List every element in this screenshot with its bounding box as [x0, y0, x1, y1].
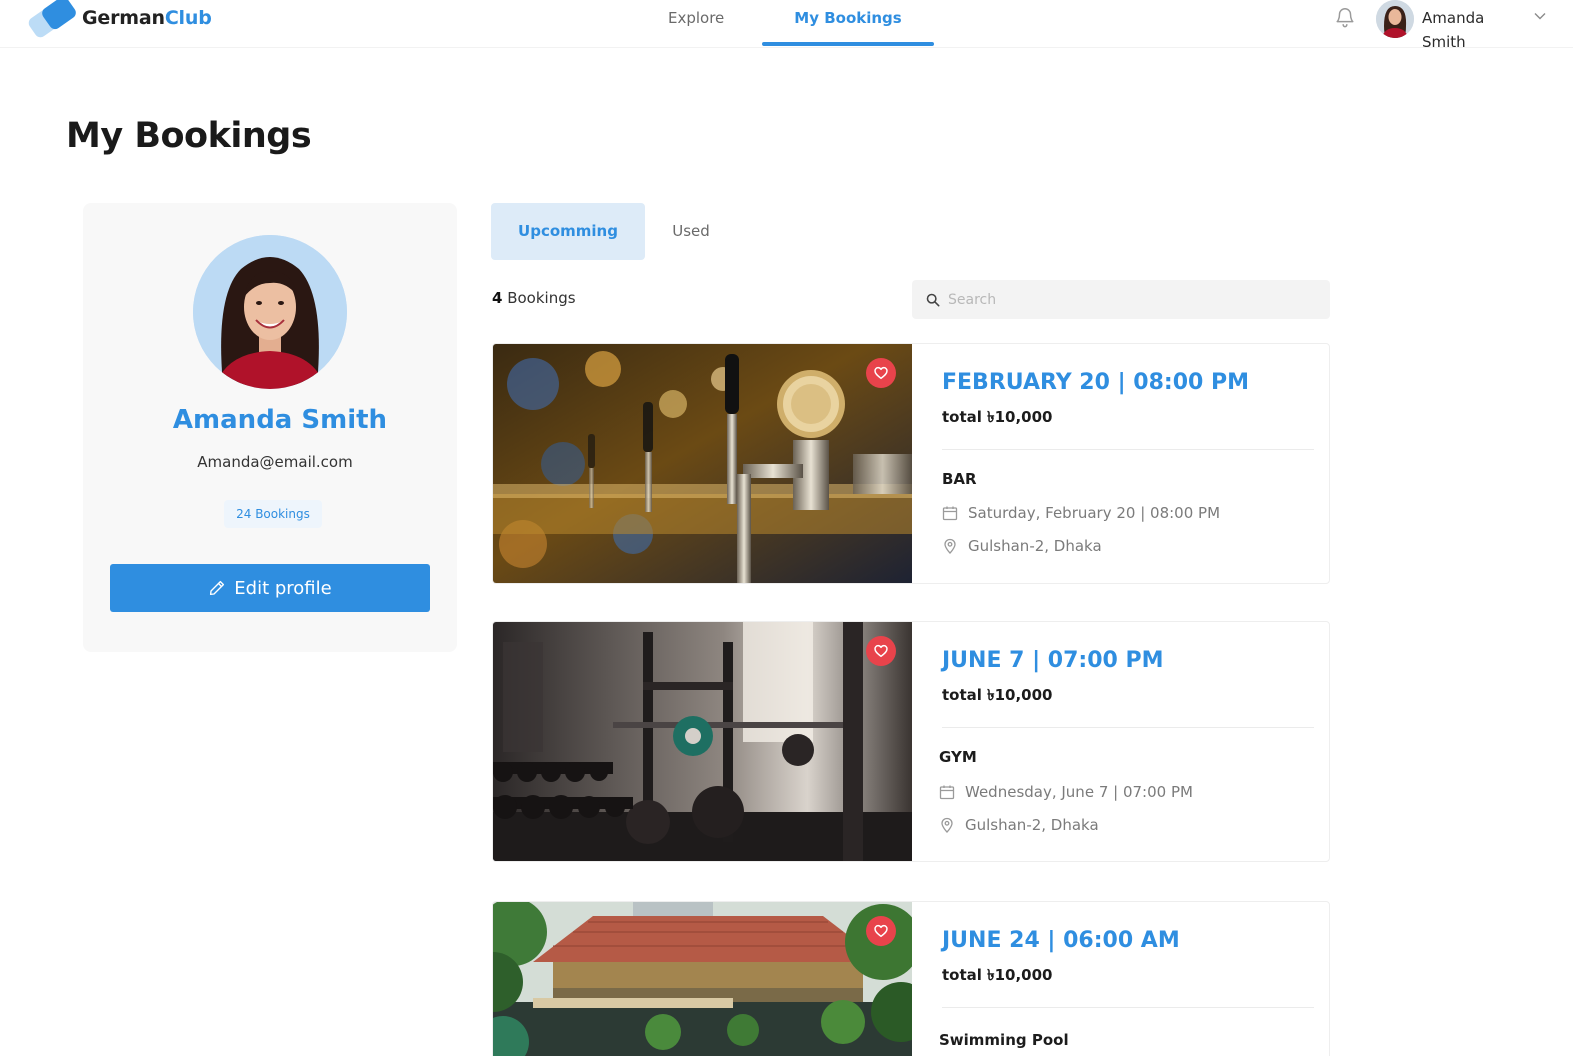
active-nav-indicator — [762, 42, 934, 46]
divider — [942, 1007, 1314, 1008]
favorite-button[interactable] — [866, 916, 896, 946]
logo-icon — [26, 0, 79, 40]
edit-profile-label: Edit profile — [234, 577, 332, 599]
pin-icon — [941, 817, 953, 833]
booking-date-title: JUNE 7 | 07:00 PM — [942, 648, 1164, 673]
favorite-button[interactable] — [866, 636, 896, 666]
booking-datetime: Wednesday, June 7 | 07:00 PM — [939, 783, 1193, 801]
booking-type: Swimming Pool — [939, 1031, 1069, 1049]
booking-total: total ৳10,000 — [942, 966, 1053, 984]
chevron-down-icon[interactable] — [1534, 12, 1546, 20]
tab-upcoming[interactable]: Upcomming — [491, 203, 645, 260]
tab-used[interactable]: Used — [655, 203, 727, 260]
search-input[interactable] — [948, 291, 1318, 308]
edit-profile-button[interactable]: Edit profile — [110, 564, 430, 612]
pencil-icon — [210, 580, 225, 596]
bookings-count: 4 Bookings — [492, 289, 576, 307]
booking-location: Gulshan-2, Dhaka — [939, 816, 1099, 834]
bookings-count-badge: 24 Bookings — [224, 500, 322, 528]
nav-link-explore[interactable]: Explore — [668, 0, 724, 36]
calendar-icon — [942, 506, 958, 521]
search-icon — [926, 293, 940, 306]
bell-icon[interactable] — [1334, 6, 1356, 28]
booking-datetime: Saturday, February 20 | 08:00 PM — [942, 504, 1220, 522]
booking-type: GYM — [939, 748, 977, 766]
brand-name: GermanClub — [82, 7, 212, 29]
booking-location: Gulshan-2, Dhaka — [942, 537, 1102, 555]
search-bar[interactable] — [912, 280, 1330, 319]
heart-icon — [874, 644, 888, 658]
heart-icon — [874, 924, 888, 938]
brand-logo[interactable]: GermanClub — [26, 0, 212, 40]
profile-avatar — [193, 235, 347, 389]
booking-image — [493, 344, 912, 583]
nav-item-explore[interactable]: Explore — [668, 0, 724, 46]
nav-link-my-bookings[interactable]: My Bookings — [762, 0, 934, 36]
booking-type: BAR — [942, 470, 977, 488]
booking-image — [493, 622, 912, 861]
page-title: My Bookings — [66, 116, 312, 156]
nav-item-my-bookings[interactable]: My Bookings — [762, 0, 934, 46]
booking-date-title: FEBRUARY 20 | 08:00 PM — [942, 370, 1249, 395]
top-header: GermanClub Explore My Bookings Amanda Sm… — [0, 0, 1573, 51]
booking-date-title: JUNE 24 | 06:00 AM — [942, 928, 1180, 953]
profile-name: Amanda Smith — [172, 405, 388, 435]
user-name[interactable]: Amanda Smith — [1422, 6, 1512, 54]
booking-image — [493, 902, 912, 1056]
divider — [942, 727, 1314, 728]
booking-card[interactable]: JUNE 7 | 07:00 PM total ৳10,000 GYM Wedn… — [492, 621, 1330, 862]
user-avatar[interactable] — [1376, 0, 1414, 38]
heart-icon — [874, 366, 888, 380]
calendar-icon — [939, 785, 955, 800]
booking-total: total ৳10,000 — [942, 686, 1053, 704]
profile-email: Amanda@email.com — [197, 453, 353, 471]
booking-total: total ৳10,000 — [942, 408, 1053, 426]
profile-card: Amanda Smith Amanda@email.com 24 Booking… — [83, 203, 457, 652]
booking-card[interactable]: FEBRUARY 20 | 08:00 PM total ৳10,000 BAR… — [492, 343, 1330, 584]
pin-icon — [944, 538, 956, 554]
divider — [942, 449, 1314, 450]
booking-card[interactable]: JUNE 24 | 06:00 AM total ৳10,000 Swimmin… — [492, 901, 1330, 1056]
favorite-button[interactable] — [866, 358, 896, 388]
